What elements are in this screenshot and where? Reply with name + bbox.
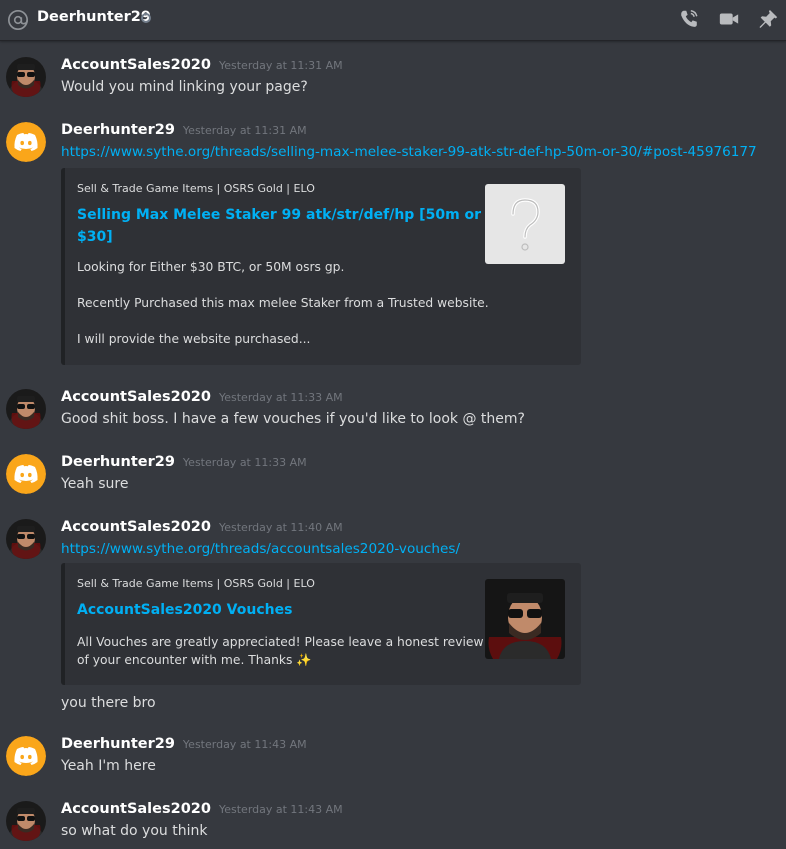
embed-thumbnail[interactable] xyxy=(485,579,565,659)
embed-description: of your encounter with me. Thanks ✨ xyxy=(77,653,312,667)
discord-logo-icon xyxy=(6,736,46,776)
avatar[interactable] xyxy=(6,57,46,97)
username[interactable]: AccountSales2020 Yesterday at 11:43 AM xyxy=(61,801,343,817)
user-avatar-icon xyxy=(6,389,46,429)
embed-description: Recently Purchased this max melee Staker… xyxy=(77,296,489,310)
phone-call-icon[interactable] xyxy=(678,8,700,30)
message-link[interactable]: https://www.sythe.org/threads/accountsal… xyxy=(61,541,460,557)
avatar[interactable] xyxy=(6,454,46,494)
embed-title[interactable]: Selling Max Melee Staker 99 atk/str/def/… xyxy=(77,204,481,248)
timestamp: Yesterday at 11:43 AM xyxy=(218,803,343,816)
avatar[interactable] xyxy=(6,801,46,841)
embed-description: I will provide the website purchased... xyxy=(77,332,311,346)
embed-title[interactable]: AccountSales2020 Vouches xyxy=(77,599,292,621)
embed-description: Looking for Either $30 BTC, or 50M osrs … xyxy=(77,260,345,274)
message-text: Would you mind linking your page? xyxy=(61,79,308,95)
username[interactable]: AccountSales2020 Yesterday at 11:33 AM xyxy=(61,389,343,405)
discord-logo-icon xyxy=(6,122,46,162)
username[interactable]: Deerhunter29 Yesterday at 11:31 AM xyxy=(61,122,307,138)
embed-provider[interactable]: Sell & Trade Game Items | OSRS Gold | EL… xyxy=(77,182,315,195)
avatar[interactable] xyxy=(6,736,46,776)
timestamp: Yesterday at 11:33 AM xyxy=(218,391,343,404)
link-embed: Sell & Trade Game Items | OSRS Gold | EL… xyxy=(61,563,581,685)
discord-logo-icon xyxy=(6,454,46,494)
message-text: Good shit boss. I have a few vouches if … xyxy=(61,411,525,427)
timestamp: Yesterday at 11:43 AM xyxy=(182,738,307,751)
channel-header: Deerhunter29 xyxy=(0,0,786,41)
timestamp: Yesterday at 11:33 AM xyxy=(182,456,307,469)
question-mark-icon xyxy=(485,184,565,264)
message-text: Yeah sure xyxy=(61,476,129,492)
message-text: so what do you think xyxy=(61,823,208,839)
username[interactable]: AccountSales2020 Yesterday at 11:31 AM xyxy=(61,57,343,73)
username[interactable]: AccountSales2020 Yesterday at 11:40 AM xyxy=(61,519,343,535)
username[interactable]: Deerhunter29 Yesterday at 11:43 AM xyxy=(61,736,307,752)
message-text: Yeah I'm here xyxy=(61,758,156,774)
at-icon xyxy=(8,10,28,30)
avatar[interactable] xyxy=(6,122,46,162)
video-camera-icon[interactable] xyxy=(718,8,740,30)
message-list: AccountSales2020 Yesterday at 11:31 AM Wo… xyxy=(0,41,786,849)
user-avatar-icon xyxy=(6,519,46,559)
message-link[interactable]: https://www.sythe.org/threads/selling-ma… xyxy=(61,144,757,160)
embed-description: All Vouches are greatly appreciated! Ple… xyxy=(77,635,484,649)
embed-thumbnail[interactable] xyxy=(485,184,565,264)
avatar[interactable] xyxy=(6,389,46,429)
pin-icon[interactable] xyxy=(757,8,779,30)
timestamp: Yesterday at 11:31 AM xyxy=(218,59,343,72)
embed-provider[interactable]: Sell & Trade Game Items | OSRS Gold | EL… xyxy=(77,577,315,590)
user-avatar-icon xyxy=(6,801,46,841)
message-text: you there bro xyxy=(61,695,156,711)
channel-title: Deerhunter29 xyxy=(37,9,151,25)
avatar[interactable] xyxy=(6,519,46,559)
timestamp: Yesterday at 11:40 AM xyxy=(218,521,343,534)
timestamp: Yesterday at 11:31 AM xyxy=(182,124,307,137)
username[interactable]: Deerhunter29 Yesterday at 11:33 AM xyxy=(61,454,307,470)
status-icon xyxy=(141,13,151,23)
link-embed: Sell & Trade Game Items | OSRS Gold | EL… xyxy=(61,168,581,365)
user-avatar-icon xyxy=(6,57,46,97)
profile-photo-icon xyxy=(485,579,565,659)
